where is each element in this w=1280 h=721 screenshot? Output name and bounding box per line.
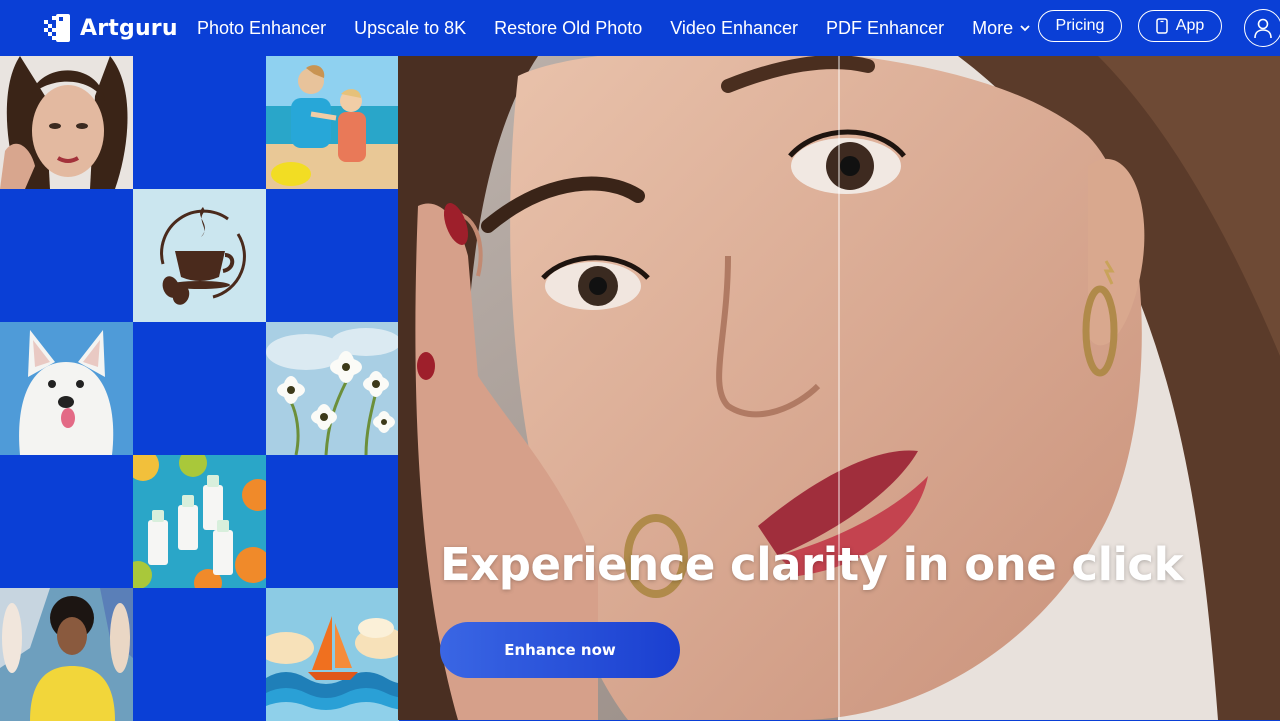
brand-name: Artguru	[80, 15, 178, 41]
phone-icon	[1156, 18, 1168, 34]
before-after-slider-handle[interactable]	[838, 56, 840, 720]
sample-portrait-woman	[0, 56, 133, 189]
nav-more-dropdown[interactable]: More	[972, 18, 1031, 39]
app-label: App	[1175, 17, 1205, 34]
sample-product-bottles	[133, 455, 266, 588]
grid-blank-tile	[0, 189, 133, 322]
hero-before-after-comparison: Experience clarity in one click Enhance …	[398, 56, 1280, 720]
nav-links: Photo Enhancer Upscale to 8K Restore Old…	[197, 0, 1031, 56]
top-navigation: Artguru Photo Enhancer Upscale to 8K Res…	[0, 0, 1280, 56]
sample-white-flowers	[266, 322, 399, 455]
sample-skater-man	[0, 588, 133, 721]
enhance-now-label: Enhance now	[504, 641, 616, 659]
grid-blank-tile	[133, 56, 266, 189]
enhance-now-button[interactable]: Enhance now	[440, 622, 680, 678]
grid-blank-tile	[133, 322, 266, 455]
nav-link-restore-old-photo[interactable]: Restore Old Photo	[494, 18, 642, 39]
hero-title: Experience clarity in one click	[440, 538, 1184, 591]
brand-logo[interactable]: Artguru	[44, 14, 178, 42]
sample-beach-mother-child	[266, 56, 399, 189]
pricing-button[interactable]: Pricing	[1038, 10, 1122, 42]
grid-blank-tile	[266, 455, 399, 588]
nav-link-photo-enhancer[interactable]: Photo Enhancer	[197, 18, 326, 39]
sample-sailboat-illustration	[266, 588, 399, 721]
nav-link-pdf-enhancer[interactable]: PDF Enhancer	[826, 18, 944, 39]
nav-link-video-enhancer[interactable]: Video Enhancer	[670, 18, 798, 39]
nav-link-upscale-8k[interactable]: Upscale to 8K	[354, 18, 466, 39]
pricing-label: Pricing	[1055, 17, 1105, 34]
grid-blank-tile	[266, 189, 399, 322]
user-icon	[1254, 18, 1272, 39]
grid-blank-tile	[133, 588, 266, 721]
chevron-down-icon	[1020, 25, 1030, 32]
logo-icon	[44, 14, 72, 42]
grid-blank-tile	[0, 455, 133, 588]
sample-coffee-logo	[133, 189, 266, 322]
account-button[interactable]	[1244, 9, 1280, 47]
app-button[interactable]: App	[1138, 10, 1222, 42]
sample-image-grid	[0, 56, 399, 721]
sample-white-dog	[0, 322, 133, 455]
nav-more-label: More	[972, 17, 1014, 38]
